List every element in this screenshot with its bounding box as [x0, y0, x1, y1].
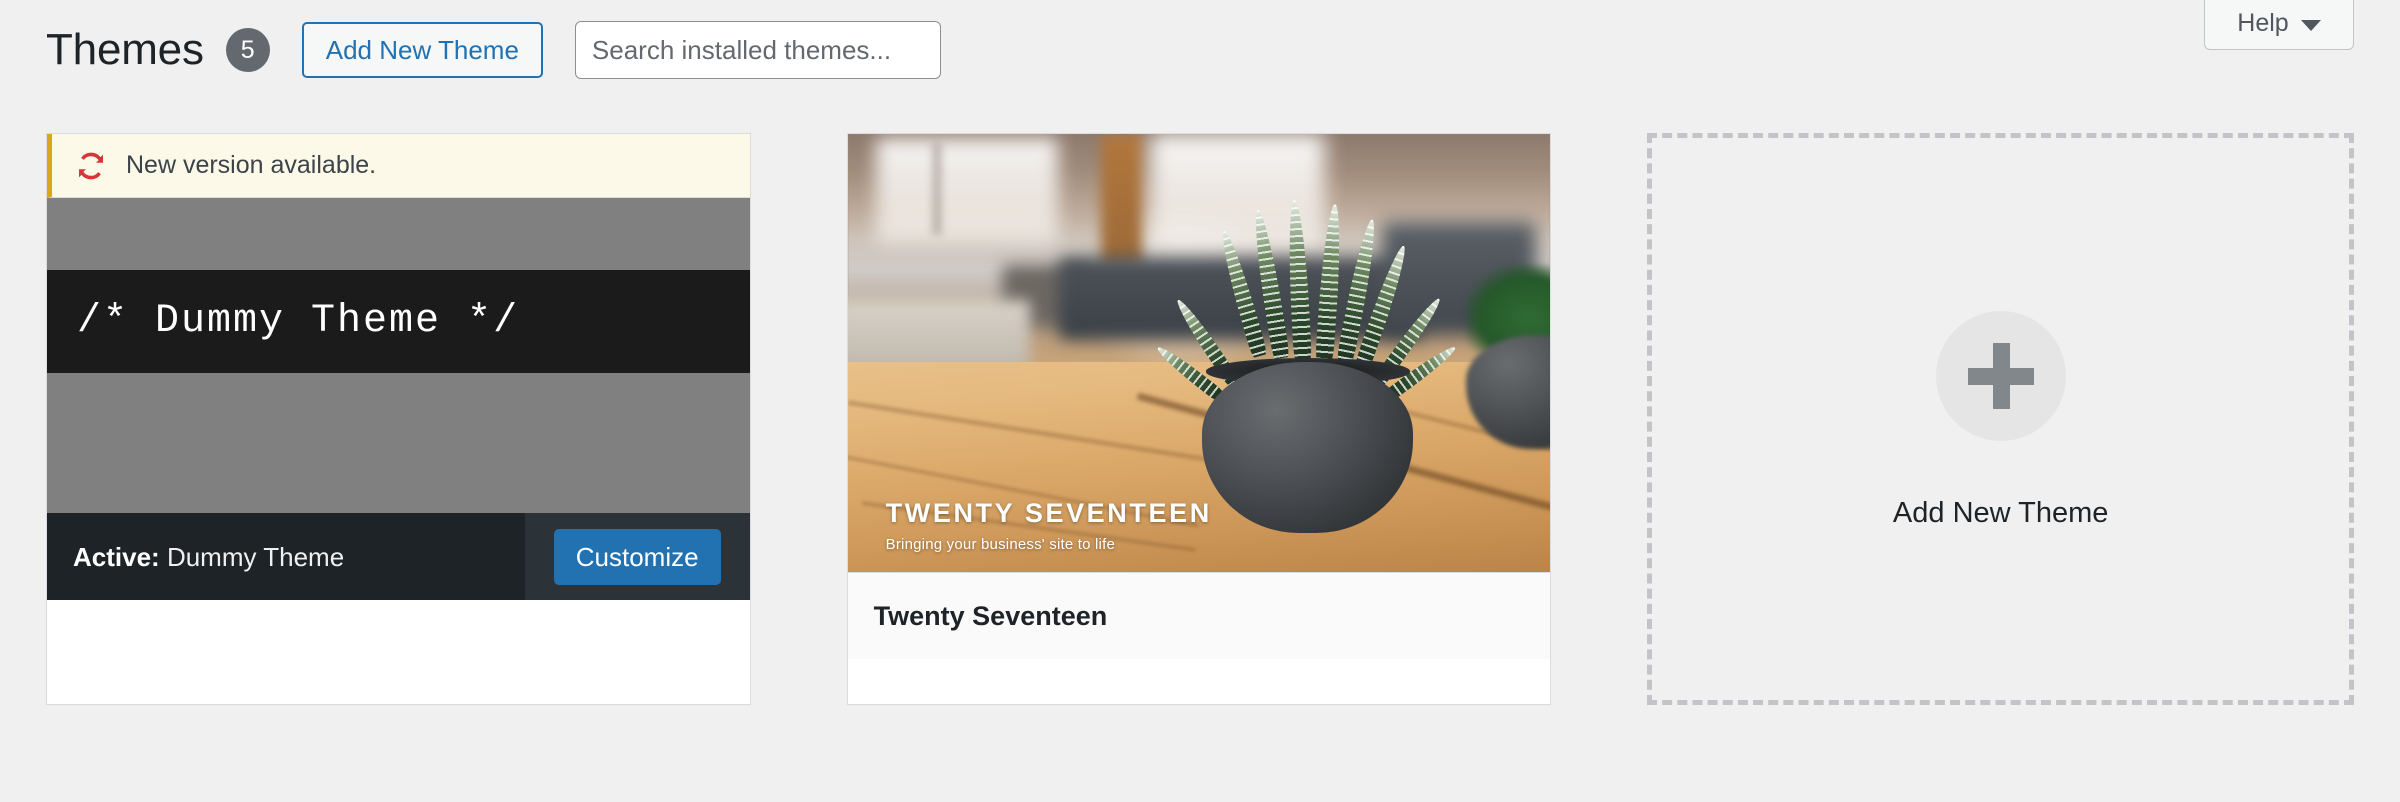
theme-card-dummy-theme[interactable]: New version available. /* Dummy Theme */… [46, 133, 751, 705]
screenshot-code-text: /* Dummy Theme */ [77, 299, 520, 344]
plant-pot [1202, 361, 1414, 533]
screenshot-band-top [47, 198, 750, 270]
theme-brand-tagline: Bringing your business' site to life [885, 536, 1115, 553]
counter-shape [847, 300, 1031, 371]
theme-screenshot-dummy-theme: /* Dummy Theme */ [47, 198, 750, 513]
theme-footer-twentyseventeen: Twenty Seventeen [847, 572, 1551, 659]
help-tab-button[interactable]: Help [2204, 0, 2354, 50]
add-new-theme-card-label: Add New Theme [1892, 496, 2109, 529]
window-left [875, 138, 1059, 244]
theme-card-twentyseventeen[interactable]: TWENTY SEVENTEEN Bringing your business'… [846, 133, 1552, 705]
customize-button[interactable]: Customize [553, 528, 721, 585]
theme-brand-overlay: TWENTY SEVENTEEN Bringing your business'… [885, 498, 1212, 553]
theme-screenshot-twentyseventeen: TWENTY SEVENTEEN Bringing your business'… [847, 134, 1551, 572]
theme-name: Twenty Seventeen [873, 600, 1108, 631]
theme-footer-actions: Customize [524, 513, 750, 600]
update-notice-text: New version available. [126, 151, 377, 179]
update-icon [79, 152, 103, 179]
active-prefix: Active: [73, 541, 160, 572]
screenshot-code-band: /* Dummy Theme */ [47, 270, 750, 373]
active-theme-label: Active: Dummy Theme [47, 544, 344, 570]
add-theme-circle [1935, 310, 2066, 441]
themes-grid: New version available. /* Dummy Theme */… [46, 133, 2354, 705]
help-tab-label: Help [2237, 9, 2289, 37]
add-new-theme-card[interactable]: Add New Theme [1647, 133, 2354, 705]
wall-pillar [1100, 134, 1143, 266]
screenshot-band-bottom [47, 373, 750, 473]
update-notice: New version available. [47, 134, 750, 198]
plus-icon [1967, 342, 2034, 409]
theme-footer-active: Active: Dummy Theme Customize [47, 513, 750, 600]
window-mullion [931, 142, 942, 235]
page-title: Themes [46, 25, 204, 74]
page-header: Themes 5 Add New Theme [46, 18, 941, 82]
theme-count-badge: 5 [225, 28, 270, 72]
add-new-theme-button[interactable]: Add New Theme [301, 22, 543, 78]
theme-brand-title: TWENTY SEVENTEEN [885, 498, 1212, 528]
search-input[interactable] [574, 21, 941, 79]
chevron-down-icon [2300, 19, 2321, 31]
active-theme-name: Dummy Theme [166, 541, 345, 572]
